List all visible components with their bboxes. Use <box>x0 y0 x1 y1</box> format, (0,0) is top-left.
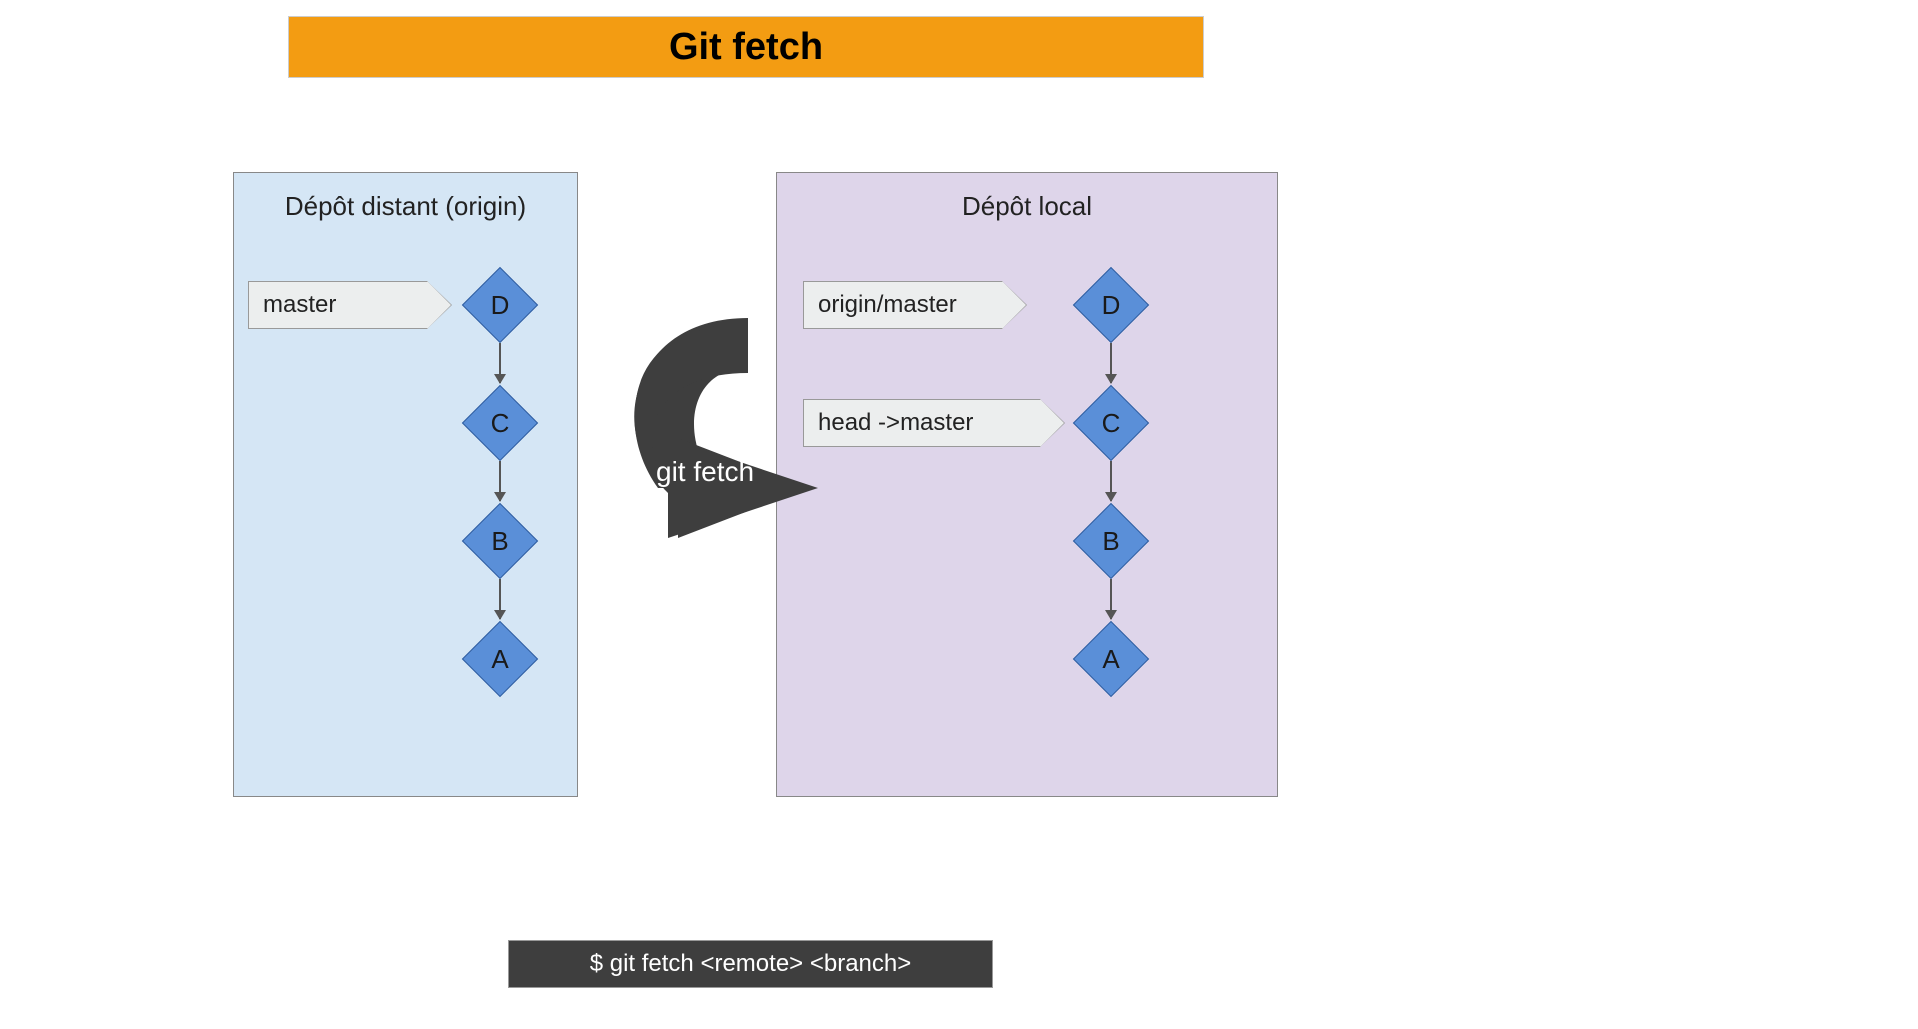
commit-label: B <box>491 526 508 557</box>
arrow-down-icon <box>499 461 501 501</box>
commit-node-d: D <box>1073 267 1149 343</box>
commit-label: C <box>1102 408 1121 439</box>
commit-node-d: D <box>462 267 538 343</box>
curved-arrow-icon <box>578 288 858 548</box>
commit-node-a: A <box>1073 621 1149 697</box>
tag-pointer <box>427 281 451 329</box>
branch-tag-label: master <box>263 291 336 319</box>
command-text: $ git fetch <remote> <branch> <box>590 950 912 978</box>
branch-tag-master: master <box>248 281 428 329</box>
commit-node-c: C <box>462 385 538 461</box>
tag-pointer <box>1002 281 1026 329</box>
remote-panel: Dépôt distant (origin) master D C B A <box>233 172 578 797</box>
arrow-down-icon <box>499 343 501 383</box>
commit-label: D <box>491 290 510 321</box>
page-title: Git fetch <box>288 16 1204 78</box>
arrow-down-icon <box>1110 579 1112 619</box>
commit-label: B <box>1102 526 1119 557</box>
commit-label: D <box>1102 290 1121 321</box>
tag-pointer <box>1040 399 1064 447</box>
arrow-down-icon <box>1110 343 1112 383</box>
local-panel-title: Dépôt local <box>777 173 1277 222</box>
commit-node-c: C <box>1073 385 1149 461</box>
arrow-down-icon <box>499 579 501 619</box>
commit-label: A <box>491 644 508 675</box>
commit-label: C <box>491 408 510 439</box>
arrow-label: git fetch <box>656 456 754 488</box>
commit-label: A <box>1102 644 1119 675</box>
arrow-down-icon <box>1110 461 1112 501</box>
commit-node-b: B <box>462 503 538 579</box>
command-bar: $ git fetch <remote> <branch> <box>508 940 993 988</box>
commit-node-a: A <box>462 621 538 697</box>
remote-panel-title: Dépôt distant (origin) <box>234 173 577 222</box>
commit-node-b: B <box>1073 503 1149 579</box>
